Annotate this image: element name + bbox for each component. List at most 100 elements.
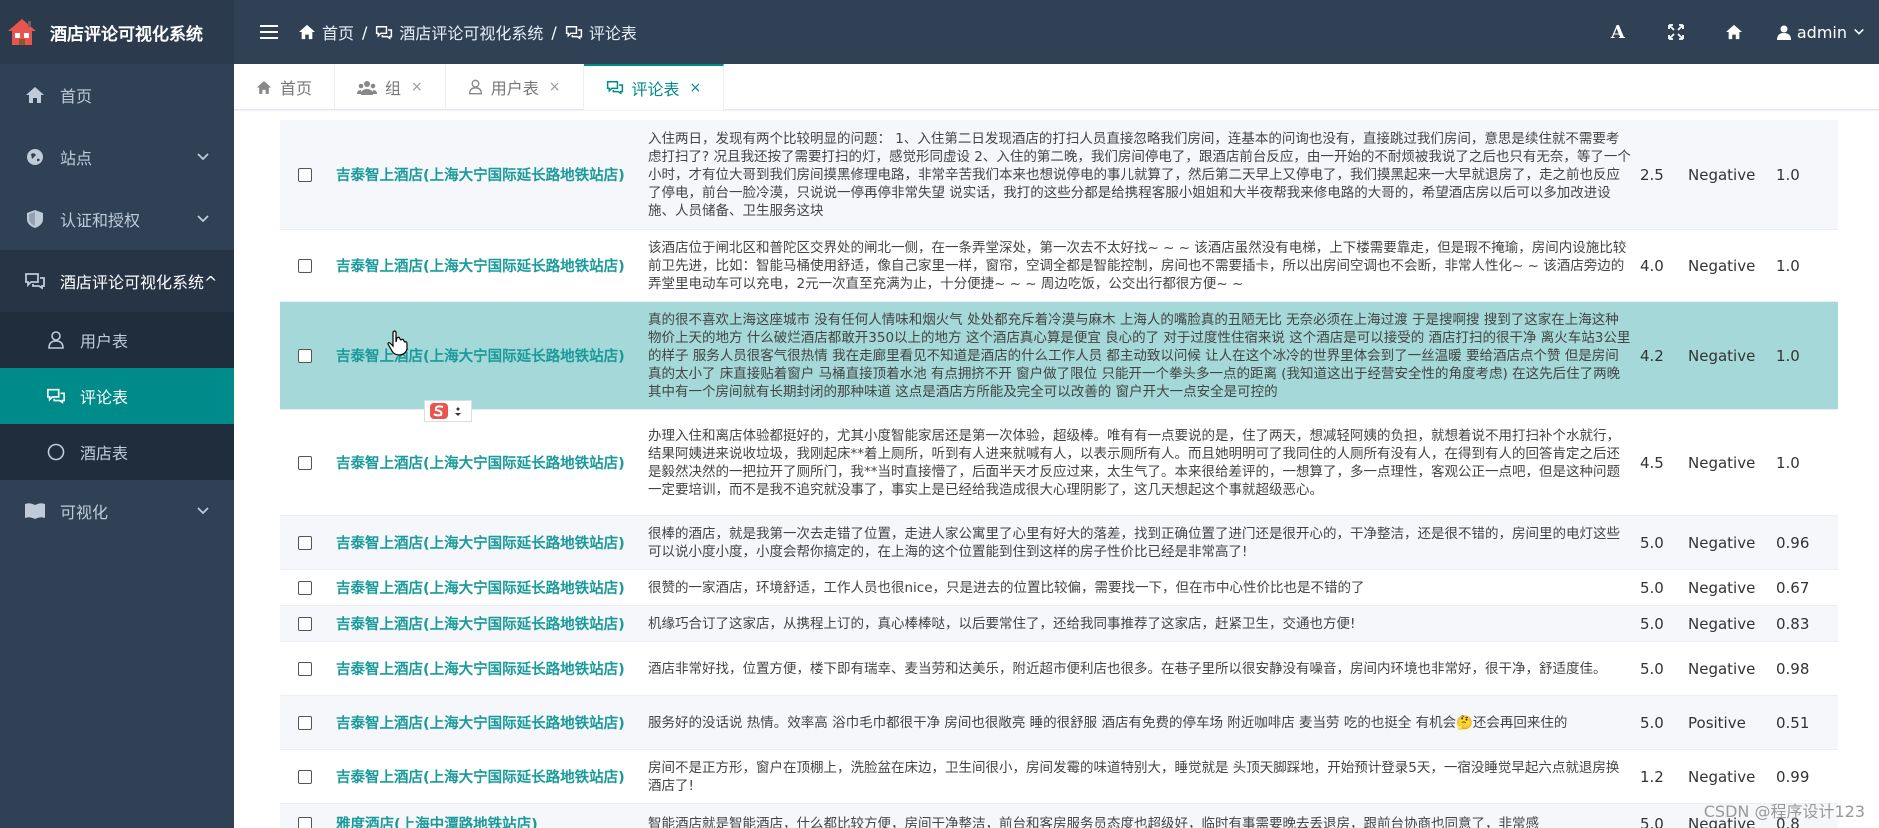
- hotel-name-link[interactable]: 吉泰智上酒店(上海大宁国际延长路地铁站店): [330, 712, 640, 733]
- table-row[interactable]: 吉泰智上酒店(上海大宁国际延长路地铁站店) 酒店非常好找，位置方便，楼下即有瑞幸…: [280, 642, 1838, 696]
- score: 5.0: [1640, 713, 1664, 732]
- close-icon[interactable]: ×: [690, 80, 702, 96]
- checkbox[interactable]: [298, 661, 312, 676]
- home-icon: [24, 84, 46, 106]
- hotel-name-link[interactable]: 吉泰智上酒店(上海大宁国际延长路地铁站店): [330, 658, 640, 679]
- navbar-actions: A admin: [1589, 0, 1879, 64]
- hotel-name-link[interactable]: 吉泰智上酒店(上海大宁国际延长路地铁站店): [330, 766, 640, 787]
- score: 5.0: [1640, 659, 1664, 678]
- hotel-name-link[interactable]: 吉泰智上酒店(上海大宁国际延长路地铁站店): [330, 255, 640, 276]
- fullscreen-button[interactable]: [1647, 0, 1705, 64]
- table-row[interactable]: 吉泰智上酒店(上海大宁国际延长路地铁站店) 房间不是正方形，窗户在顶棚上，洗脸盆…: [280, 750, 1838, 804]
- hotel-name-link[interactable]: 吉泰智上酒店(上海大宁国际延长路地铁站店): [330, 613, 640, 634]
- breadcrumb: 首页 / 酒店评论可视化系统 / 评论表: [298, 20, 637, 44]
- breadcrumb-hotel-system[interactable]: 酒店评论可视化系统: [375, 20, 543, 44]
- sentiment: Negative: [1688, 659, 1756, 678]
- sidebar-subitem-users[interactable]: 用户表: [0, 312, 234, 368]
- breadcrumb-home[interactable]: 首页: [298, 20, 354, 44]
- checkbox[interactable]: [298, 258, 312, 273]
- checkbox[interactable]: [298, 167, 312, 182]
- home-icon: [1725, 24, 1742, 40]
- row-select[interactable]: [280, 258, 330, 273]
- row-select[interactable]: [280, 661, 330, 676]
- checkbox[interactable]: [298, 816, 312, 828]
- tab-users[interactable]: 用户表 ×: [446, 64, 584, 110]
- watermark: CSDN @程序设计123: [1703, 802, 1865, 821]
- brand[interactable]: 酒店评论可视化系统: [0, 0, 234, 64]
- ime-toolbar[interactable]: [424, 400, 472, 422]
- table-row[interactable]: 吉泰智上酒店(上海大宁国际延长路地铁站店) 服务好的没话说 热情。效率高 浴巾毛…: [280, 696, 1838, 750]
- checkbox[interactable]: [298, 616, 312, 631]
- tab-label: 首页: [280, 79, 313, 98]
- sidebar-item-label: 站点: [60, 149, 93, 168]
- breadcrumb-label: 评论表: [588, 24, 637, 43]
- user-icon: [1776, 25, 1791, 40]
- sidebar-subitem-hotels[interactable]: 酒店表: [0, 424, 234, 480]
- hotel-name-link[interactable]: 吉泰智上酒店(上海大宁国际延长路地铁站店): [330, 532, 640, 553]
- row-select[interactable]: [280, 715, 330, 730]
- checkbox[interactable]: [298, 769, 312, 784]
- table-row[interactable]: 吉泰智上酒店(上海大宁国际延长路地铁站店) 机缘巧合订了这家店，从携程上订的，真…: [280, 606, 1838, 642]
- user-menu[interactable]: admin: [1763, 23, 1879, 42]
- reviews-table: 吉泰智上酒店(上海大宁国际延长路地铁站店) 入住两日，发现有两个比较明显的问题：…: [280, 120, 1838, 828]
- table-row[interactable]: 雅度酒店(上海中潭路地铁站店) 智能酒店就是智能酒店，什么都比较方便，房间干净整…: [280, 804, 1838, 828]
- sentiment: Negative: [1688, 533, 1756, 552]
- username: admin: [1796, 22, 1847, 42]
- checkbox[interactable]: [298, 580, 312, 595]
- table-row[interactable]: 吉泰智上酒店(上海大宁国际延长路地铁站店) 入住两日，发现有两个比较明显的问题：…: [280, 120, 1838, 230]
- table-row[interactable]: 吉泰智上酒店(上海大宁国际延长路地铁站店) 该酒店位于闸北区和普陀区交界处的闸北…: [280, 230, 1838, 302]
- home-button[interactable]: [1705, 0, 1763, 64]
- sidebar-subitem-reviews[interactable]: 评论表: [0, 368, 234, 424]
- row-select[interactable]: [280, 167, 330, 182]
- row-select[interactable]: [280, 769, 330, 784]
- review-text: 服务好的没话说 热情。效率高 浴巾毛巾都很干净 房间也很敞亮 睡的很舒服 酒店有…: [648, 714, 1568, 731]
- checkbox[interactable]: [298, 535, 312, 550]
- close-icon[interactable]: ×: [411, 79, 423, 95]
- app-title: 酒店评论可视化系统: [50, 24, 203, 45]
- table-row[interactable]: 吉泰智上酒店(上海大宁国际延长路地铁站店) 很赞的一家酒店，环境舒适，工作人员也…: [280, 570, 1838, 606]
- hotel-name-link[interactable]: 吉泰智上酒店(上海大宁国际延长路地铁站店): [330, 577, 640, 598]
- table-row[interactable]: 吉泰智上酒店(上海大宁国际延长路地铁站店) 真的很不喜欢上海这座城市 没有任何人…: [280, 302, 1838, 410]
- sidebar: 酒店评论可视化系统 首页 站点 认证和授权 酒店评论可视化系统^ 用户表 评论表…: [0, 0, 234, 828]
- tab-groups[interactable]: 组 ×: [335, 64, 446, 110]
- checkbox[interactable]: [298, 455, 312, 470]
- score: 1.2: [1640, 767, 1664, 786]
- review-text: 办理入住和离店体验都挺好的，尤其小度智能家居还是第一次体验，超级棒。唯有有一点要…: [648, 427, 1620, 498]
- hamburger-icon[interactable]: [260, 24, 278, 40]
- hotel-name-link[interactable]: 雅度酒店(上海中潭路地铁站店): [330, 813, 640, 828]
- sidebar-item-sites[interactable]: 站点: [0, 126, 234, 188]
- tab-home[interactable]: 首页: [234, 64, 336, 110]
- hotel-name-link[interactable]: 吉泰智上酒店(上海大宁国际延长路地铁站店): [330, 345, 640, 366]
- globe-icon: [24, 146, 46, 168]
- probability: 0.51: [1776, 713, 1810, 732]
- sentiment: Negative: [1688, 346, 1756, 365]
- checkbox[interactable]: [298, 715, 312, 730]
- tab-label: 用户表: [490, 79, 539, 98]
- tab-reviews[interactable]: 评论表 ×: [583, 64, 725, 110]
- row-select[interactable]: [280, 580, 330, 595]
- hotel-name-link[interactable]: 吉泰智上酒店(上海大宁国际延长路地铁站店): [330, 452, 640, 473]
- sentiment: Positive: [1688, 713, 1746, 732]
- table-row[interactable]: 吉泰智上酒店(上海大宁国际延长路地铁站店) 办理入住和离店体验都挺好的，尤其小度…: [280, 410, 1838, 516]
- probability: 0.98: [1776, 659, 1810, 678]
- row-select[interactable]: [280, 535, 330, 550]
- row-select[interactable]: [280, 348, 330, 363]
- row-select[interactable]: [280, 616, 330, 631]
- review-text: 酒店非常好找，位置方便，楼下即有瑞幸、麦当劳和达美乐，附近超市便利店也很多。在巷…: [648, 660, 1607, 677]
- hand-cursor-icon: [387, 330, 408, 356]
- sidebar-item-auth[interactable]: 认证和授权: [0, 188, 234, 250]
- close-icon[interactable]: ×: [549, 79, 561, 95]
- sidebar-item-label: 酒店评论可视化系统^: [60, 273, 218, 292]
- sidebar-item-visualization[interactable]: 可视化: [0, 480, 234, 542]
- checkbox[interactable]: [298, 348, 312, 363]
- breadcrumb-reviews[interactable]: 评论表: [565, 20, 637, 44]
- sidebar-item-label: 认证和授权: [60, 211, 141, 230]
- sidebar-item-hotel-system[interactable]: 酒店评论可视化系统^: [0, 250, 234, 312]
- score: 5.0: [1640, 814, 1664, 828]
- row-select[interactable]: [280, 816, 330, 828]
- font-size-button[interactable]: A: [1589, 0, 1647, 64]
- row-select[interactable]: [280, 455, 330, 470]
- hotel-name-link[interactable]: 吉泰智上酒店(上海大宁国际延长路地铁站店): [330, 164, 640, 185]
- table-row[interactable]: 吉泰智上酒店(上海大宁国际延长路地铁站店) 很棒的酒店，就是我第一次去走错了位置…: [280, 516, 1838, 570]
- sidebar-item-home[interactable]: 首页: [0, 64, 234, 126]
